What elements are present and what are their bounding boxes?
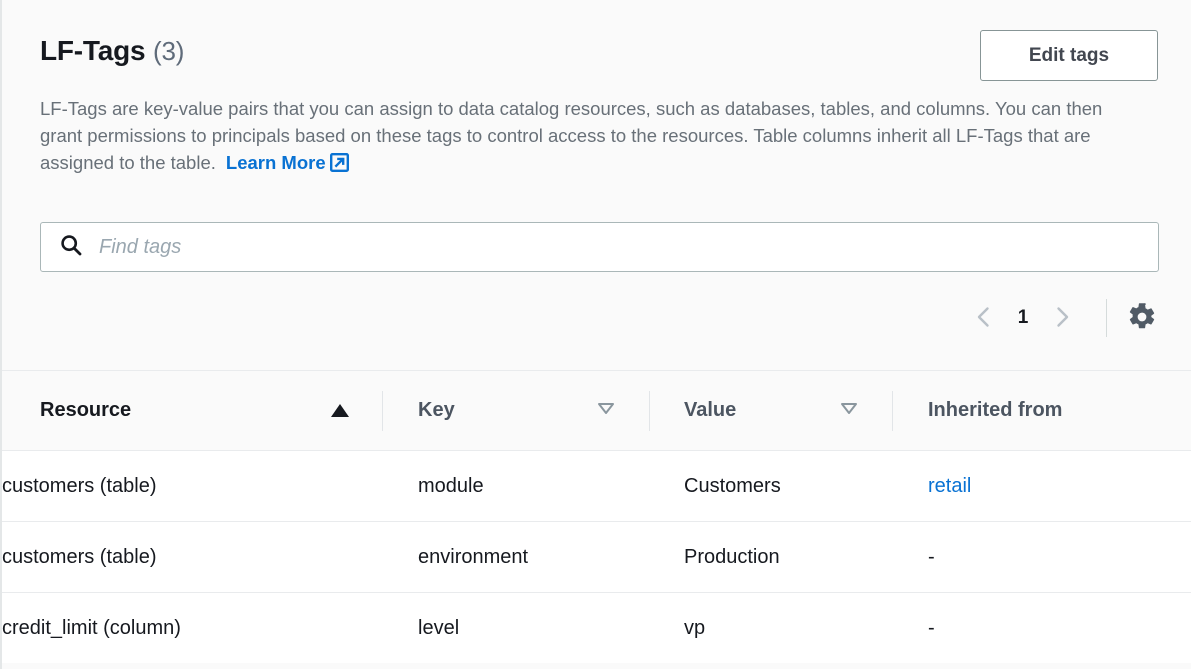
table-row: customers (table) module Customers retai… [2, 451, 1191, 522]
page-title-count: (3) [153, 36, 184, 66]
gear-icon [1127, 302, 1157, 335]
title-row: LF-Tags (3) Edit tags [40, 30, 1158, 81]
pagination-divider [1106, 299, 1107, 337]
cell-value: Production [650, 522, 893, 593]
column-header-key[interactable]: Key [383, 371, 650, 451]
search-container [40, 222, 1159, 272]
cell-key: environment [383, 522, 650, 593]
column-header-inherited-from[interactable]: Inherited from [893, 371, 1191, 451]
lf-tags-table: Resource Key [2, 370, 1191, 663]
external-link-icon [330, 152, 349, 179]
cell-resource: customers (table) [2, 451, 383, 522]
table-row: customers (table) environment Production… [2, 522, 1191, 593]
table-head: Resource Key [2, 371, 1191, 451]
column-header-value-label: Value [684, 399, 736, 422]
cell-resource: credit_limit (column) [2, 593, 383, 664]
table-row: credit_limit (column) level vp - [2, 593, 1191, 664]
pagination-bar: 1 [962, 290, 1163, 346]
panel-description-text: LF-Tags are key-value pairs that you can… [40, 98, 1102, 173]
column-header-resource[interactable]: Resource [2, 371, 383, 451]
chevron-right-icon [1049, 304, 1075, 333]
cell-key: module [383, 451, 650, 522]
learn-more-link[interactable]: Learn More [226, 152, 349, 173]
cell-inherited-from: retail [893, 451, 1191, 522]
previous-page-button[interactable] [962, 296, 1006, 340]
column-header-inherited-from-label: Inherited from [928, 399, 1062, 422]
table-header-row: Resource Key [2, 371, 1191, 451]
edit-tags-button[interactable]: Edit tags [980, 30, 1158, 81]
chevron-left-icon [971, 304, 997, 333]
panel-description: LF-Tags are key-value pairs that you can… [40, 95, 1145, 179]
cell-inherited-from: - [893, 522, 1191, 593]
search-input[interactable] [97, 222, 1144, 272]
next-page-button[interactable] [1040, 296, 1084, 340]
page-title-text: LF-Tags [40, 35, 145, 66]
column-header-resource-label: Resource [40, 399, 131, 422]
table-body: customers (table) module Customers retai… [2, 451, 1191, 664]
preferences-button[interactable] [1121, 297, 1163, 339]
page-number-1[interactable]: 1 [1006, 307, 1040, 329]
search-field[interactable] [40, 222, 1159, 272]
learn-more-label: Learn More [226, 152, 326, 173]
column-header-value[interactable]: Value [650, 371, 893, 451]
column-header-key-label: Key [418, 399, 455, 422]
search-icon [59, 233, 83, 262]
cell-inherited-from: - [893, 593, 1191, 664]
panel-header: LF-Tags (3) Edit tags LF-Tags are key-va… [2, 0, 1191, 198]
cell-value: Customers [650, 451, 893, 522]
triangle-down-outline-icon [839, 400, 859, 421]
page-title: LF-Tags (3) [40, 30, 184, 68]
cell-key: level [383, 593, 650, 664]
inherited-from-link[interactable]: retail [928, 475, 971, 497]
triangle-down-outline-icon [596, 400, 616, 421]
cell-value: vp [650, 593, 893, 664]
cell-resource: customers (table) [2, 522, 383, 593]
triangle-up-icon [331, 404, 349, 417]
lf-tags-panel: LF-Tags (3) Edit tags LF-Tags are key-va… [0, 0, 1191, 669]
